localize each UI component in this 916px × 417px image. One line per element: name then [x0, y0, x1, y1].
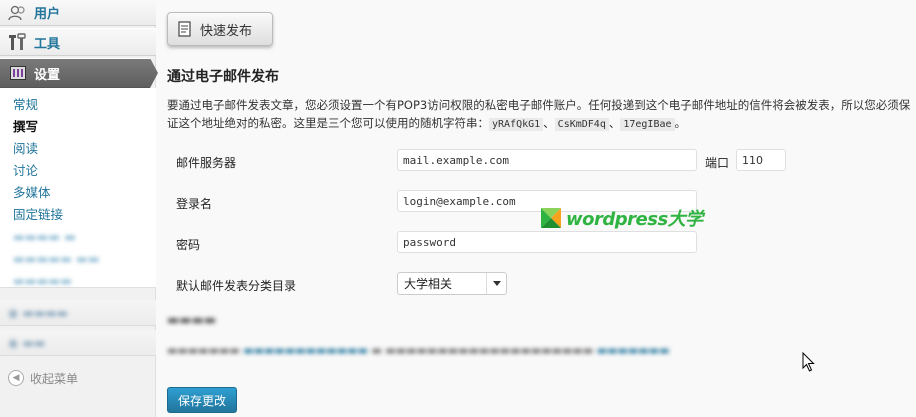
random-string: yRAfQkG1 [489, 118, 544, 131]
mail-server-input[interactable]: mail.example.com [397, 149, 697, 171]
submenu-general[interactable]: 常规 [0, 94, 156, 116]
chevron-down-icon [486, 273, 506, 294]
collapse-menu-label: 收起菜单 [30, 371, 79, 386]
section-description: 要通过电子邮件发表文章，您必须设置一个有POP3访问权限的私密电子邮件账户。任何… [167, 98, 911, 131]
menu-settings-label: 设置 [34, 67, 61, 83]
menu-tools[interactable]: 工具 [0, 28, 156, 56]
users-icon [6, 3, 30, 23]
admin-sidebar: 用户 工具 设置 常规 撰写 阅读 讨论 多媒体 固定链接 ▬▬▬▬ ▬ ▬▬▬… [0, 0, 158, 417]
quick-press-label: 快速发布 [200, 23, 253, 39]
submenu-writing[interactable]: 撰写 [0, 116, 156, 138]
tools-icon [6, 32, 30, 52]
default-category-label: 默认邮件发表分类目录 [176, 279, 297, 293]
password-input[interactable]: password [397, 231, 697, 253]
submenu-reading[interactable]: 阅读 [0, 138, 156, 160]
mail-server-label: 邮件服务器 [176, 156, 237, 170]
menu-users[interactable]: 用户 [0, 0, 156, 26]
menu-blurred-item[interactable]: ◉ ▬▬▬▬ [0, 300, 156, 326]
quick-press-button[interactable]: 快速发布 [167, 12, 273, 46]
submenu-permalinks[interactable]: 固定链接 [0, 204, 156, 226]
settings-icon [6, 63, 30, 83]
submenu-discussion[interactable]: 讨论 [0, 160, 156, 182]
menu-blurred-item[interactable]: ◉ ▬▬ [0, 330, 156, 356]
login-label: 登录名 [176, 197, 213, 211]
watermark-text: wordpress大学 [566, 209, 703, 230]
port-label: 端口 [705, 156, 730, 170]
mouse-cursor-icon [802, 352, 815, 372]
menu-settings[interactable]: 设置 [0, 58, 158, 88]
blurred-section-text: ▬▬▬▬▬▬▬ ▬▬▬▬▬▬▬▬▬▬▬▬ ▬ ▬▬▬▬▬▬▬▬▬▬▬▬▬▬▬▬▬… [167, 344, 670, 357]
submenu-blurred-item[interactable]: ▬▬▬▬▬ [0, 270, 156, 292]
collapse-menu[interactable]: ◀ 收起菜单 [0, 366, 156, 390]
settings-content: 快速发布 通过电子邮件发布 要通过电子邮件发表文章，您必须设置一个有POP3访问… [157, 0, 916, 417]
save-changes-button[interactable]: 保存更改 [167, 387, 237, 413]
wordpress-daxue-watermark: wordpress大学 [540, 205, 703, 231]
selected-category: 大学相关 [404, 277, 453, 291]
quick-press-icon [178, 21, 192, 37]
password-label: 密码 [176, 238, 201, 252]
submenu-blurred-item[interactable]: ▬▬▬▬▬ ▬▬ [0, 248, 156, 270]
submenu-media[interactable]: 多媒体 [0, 182, 156, 204]
port-input[interactable]: 110 [736, 149, 786, 171]
menu-tools-label: 工具 [34, 36, 61, 52]
submenu-blurred-item[interactable]: ▬▬▬▬ ▬ [0, 226, 156, 248]
random-string: CsKmDF4q [554, 118, 609, 131]
section-heading: 通过电子邮件发布 [167, 69, 279, 85]
default-category-select[interactable]: 大学相关 [397, 272, 507, 295]
menu-users-label: 用户 [34, 7, 61, 22]
blurred-section-heading: ▬▬▬▬ [167, 313, 217, 328]
settings-submenu: 常规 撰写 阅读 讨论 多媒体 固定链接 ▬▬▬▬ ▬ ▬▬▬▬▬ ▬▬ ▬▬▬… [0, 88, 156, 288]
watermark-logo-icon [541, 208, 561, 228]
collapse-arrow-icon: ◀ [8, 370, 24, 386]
random-string: 17egIBae [620, 118, 675, 131]
